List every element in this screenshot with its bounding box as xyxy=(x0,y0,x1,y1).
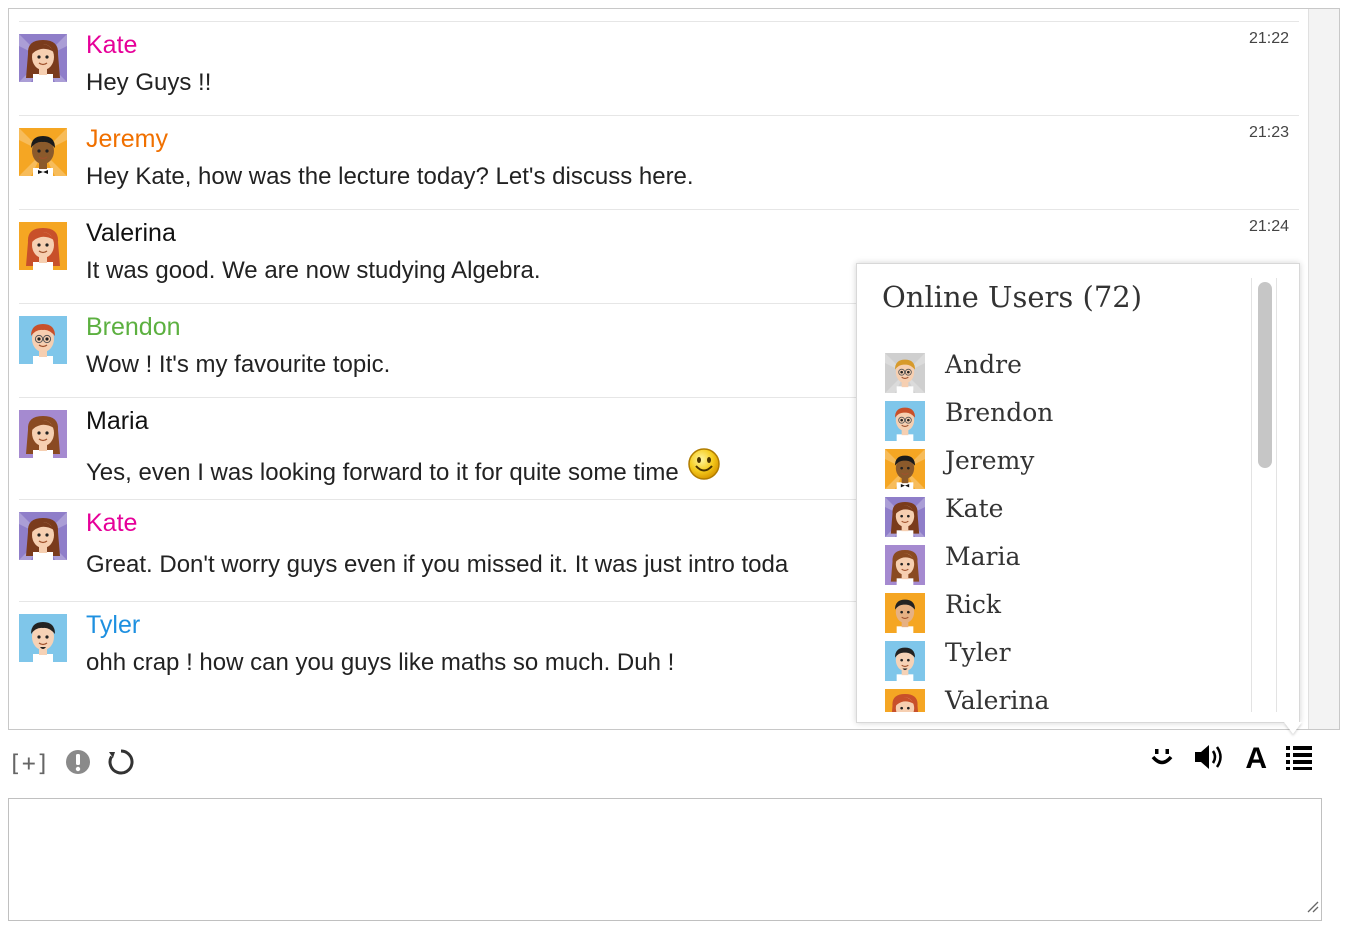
user-item-rick[interactable]: Rick xyxy=(885,590,1245,638)
user-name: Andre xyxy=(945,350,1022,379)
message-time: 21:24 xyxy=(1248,218,1289,235)
message-sender: Kate xyxy=(86,509,138,537)
message-text: ohh crap ! how can you guys like maths s… xyxy=(86,649,675,676)
user-item-jeremy[interactable]: Jeremy xyxy=(885,446,1245,494)
kate-avatar xyxy=(19,512,67,560)
popup-arrow xyxy=(1284,722,1302,734)
online-users-list: Andre Brendon Jeremy Kate Maria Rick Tyl… xyxy=(885,350,1245,712)
user-item-kate[interactable]: Kate xyxy=(885,494,1245,542)
user-name: Jeremy xyxy=(945,446,1035,475)
rick-avatar xyxy=(885,593,925,633)
message-text-content: Yes, even I was looking forward to it fo… xyxy=(86,458,679,486)
jeremy-avatar xyxy=(19,128,67,176)
user-name: Tyler xyxy=(945,638,1011,667)
user-item-maria[interactable]: Maria xyxy=(885,542,1245,590)
sound-icon[interactable] xyxy=(1193,742,1227,777)
font-icon[interactable]: A xyxy=(1245,744,1267,774)
info-icon[interactable] xyxy=(64,748,92,781)
kate-avatar xyxy=(885,497,925,537)
message-text: Wow ! It's my favourite topic. xyxy=(86,351,391,378)
brendon-avatar xyxy=(19,316,67,364)
message-sender: Maria xyxy=(86,407,149,435)
andre-avatar xyxy=(885,353,925,393)
maria-avatar xyxy=(885,545,925,585)
online-users-scrollbar[interactable] xyxy=(1251,278,1277,712)
user-list-icon[interactable] xyxy=(1285,743,1313,776)
valerina-avatar xyxy=(885,689,925,712)
maria-avatar xyxy=(19,410,67,458)
message-sender: Valerina xyxy=(86,219,176,247)
message-item: Jeremy Hey Kate, how was the lecture tod… xyxy=(19,115,1299,209)
online-users-popup: Online Users (72) Andre Brendon Jeremy K… xyxy=(856,263,1300,723)
refresh-icon[interactable] xyxy=(106,747,136,782)
resize-handle-icon[interactable] xyxy=(1305,899,1319,918)
message-time: 21:23 xyxy=(1248,124,1289,141)
message-text: Hey Kate, how was the lecture today? Let… xyxy=(86,163,694,190)
jeremy-avatar xyxy=(885,449,925,489)
message-text: Hey Guys !! xyxy=(86,69,212,96)
message-time: 21:22 xyxy=(1248,30,1289,47)
message-text: Great. Don't worry guys even if you miss… xyxy=(86,551,789,578)
message-sender: Tyler xyxy=(86,611,141,639)
kate-avatar xyxy=(19,34,67,82)
message-item: Kate Hey Guys !! 21:22 xyxy=(19,21,1299,115)
user-name: Brendon xyxy=(945,398,1054,427)
expand-button[interactable]: [+] xyxy=(8,751,50,777)
user-item-andre[interactable]: Andre xyxy=(885,350,1245,398)
user-name: Maria xyxy=(945,542,1021,571)
message-text: Yes, even I was looking forward to it fo… xyxy=(86,448,721,494)
tyler-avatar xyxy=(885,641,925,681)
user-item-tyler[interactable]: Tyler xyxy=(885,638,1245,686)
message-sender: Jeremy xyxy=(86,125,168,153)
toolbar-left: [+] xyxy=(8,748,150,780)
valerina-avatar xyxy=(19,222,67,270)
online-users-title: Online Users (72) xyxy=(882,280,1143,314)
chat-scrollbar[interactable] xyxy=(1308,9,1339,729)
user-item-valerina[interactable]: Valerina xyxy=(885,686,1245,712)
message-sender: Brendon xyxy=(86,313,181,341)
scrollbar-thumb[interactable] xyxy=(1258,282,1272,468)
message-sender: Kate xyxy=(86,31,138,59)
toolbar-right: A xyxy=(1131,742,1313,776)
user-name: Kate xyxy=(945,494,1004,523)
message-text: It was good. We are now studying Algebra… xyxy=(86,257,541,284)
user-item-brendon[interactable]: Brendon xyxy=(885,398,1245,446)
smiley-icon xyxy=(687,447,721,488)
message-input[interactable] xyxy=(8,798,1322,921)
user-name: Rick xyxy=(945,590,1001,619)
brendon-avatar xyxy=(885,401,925,441)
user-name: Valerina xyxy=(945,686,1050,712)
emoticon-icon[interactable] xyxy=(1149,744,1175,775)
tyler-avatar xyxy=(19,614,67,662)
